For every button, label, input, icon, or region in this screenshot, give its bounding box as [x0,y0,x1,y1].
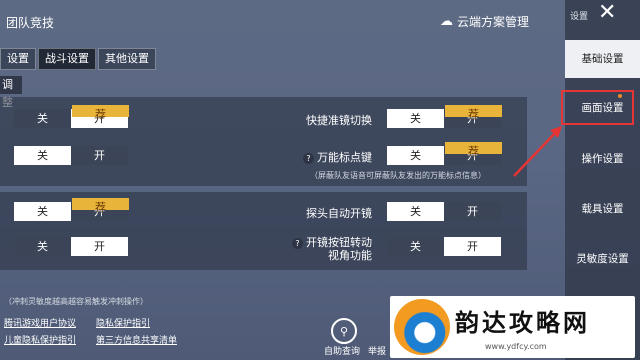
cloud-scheme-button[interactable]: ☁ 云端方案管理 [440,13,529,30]
left-toggle-1: 关 开 荐 [14,105,129,128]
toggle-off-option[interactable]: 关 [14,202,71,221]
sidebar-item-basic[interactable]: 基础设置 [565,40,640,78]
setting-label-line1: 开镜按钮转动 [306,236,372,249]
sidebar-item-sensitivity[interactable]: 灵敏度设置 [565,240,640,278]
cloud-scheme-label: 云端方案管理 [457,15,530,29]
setting-label-line2: 视角功能 [328,249,372,262]
page-title: 团队竞技 [6,16,55,30]
universal-marker-hint: （屏蔽队友语音可屏蔽队友发出的万能标点信息） [310,171,486,180]
toggle-on-option[interactable]: 开 荐 [71,105,129,128]
highlight-box [561,90,634,125]
right-toggle-3: 关 开 [387,202,501,221]
toggle-on-option[interactable]: 开 荐 [71,198,129,221]
left-toggle-4: 关 开 [14,237,128,256]
left-toggle-2: 关 开 [14,146,128,165]
universal-marker-label-row: ? 万能标点键 [290,149,372,165]
watermark-logo [394,299,450,355]
toggle-on-option[interactable]: 开 荐 [444,105,502,128]
tab-other-settings[interactable]: 其他设置 [98,48,156,70]
pointer-arrow-icon [513,126,562,177]
toggle-off-option[interactable]: 关 [14,237,71,256]
right-toggle-2: 关 开 荐 [387,142,502,165]
toggle-on-option[interactable]: 开 [71,237,128,256]
self-help-label: 自助查询 [324,347,361,357]
cloud-icon: ☁ [440,14,453,29]
toggle-on-option[interactable]: 开 [444,202,501,221]
sprint-note: （冲刺灵敏度越高越容易触发冲刺操作） [4,297,148,306]
tab-combat-settings[interactable]: 战斗设置 [38,48,96,70]
close-icon[interactable]: ✕ [598,0,616,25]
help-question-icon[interactable]: ? [292,238,303,249]
watermark-title: 韵达攻略网 [455,309,590,337]
right-toggle-1: 关 开 荐 [387,105,502,128]
self-help-button[interactable]: ⚲ [331,318,357,344]
toggle-off-option[interactable]: 关 [14,109,71,128]
toggle-off-option[interactable]: 关 [387,202,444,221]
link-privacy-guide[interactable]: 隐私保护指引 [96,316,196,329]
toggle-off-option[interactable]: 关 [387,109,444,128]
setting-label-universal-marker: 万能标点键 [317,151,372,164]
recommend-badge: 荐 [445,105,502,121]
setting-label-quick-scope-switch: 快捷准镜切换 [306,114,372,127]
scope-button-rotate-label: ? 开镜按钮转动 视角功能 [290,236,372,262]
recommend-badge: 荐 [72,105,129,121]
left-toggle-3: 关 开 荐 [14,198,129,221]
toggle-on-option[interactable]: 开 荐 [444,142,502,165]
link-user-agreement[interactable]: 腾讯游戏用户协议 [4,316,96,329]
toggle-on-option[interactable]: 开 [444,237,501,256]
toggle-off-option[interactable]: 关 [387,146,444,165]
footer-links: 腾讯游戏用户协议 隐私保护指引 儿童隐私保护指引 第三方信息共享清单 [4,316,196,346]
sidebar-header: 设置 [570,12,589,22]
report-label[interactable]: 举报 [368,344,386,357]
recommend-badge: 荐 [72,198,129,214]
notification-dot [618,94,622,98]
tab-bar: 设置 战斗设置 其他设置 [0,48,158,70]
recommend-badge: 荐 [445,142,502,158]
link-third-party-list[interactable]: 第三方信息共享清单 [96,333,196,346]
section-label: 调整 [0,76,22,109]
help-question-icon[interactable]: ? [303,153,314,164]
toggle-off-option[interactable]: 关 [14,146,71,165]
toggle-on-option[interactable]: 开 [71,146,128,165]
sidebar-item-vehicle[interactable]: 载具设置 [565,190,640,228]
setting-label-peek-auto-scope: 探头自动开镜 [306,207,372,220]
link-child-privacy[interactable]: 儿童隐私保护指引 [4,333,96,346]
sidebar-item-controls[interactable]: 操作设置 [565,140,640,178]
watermark-url: www.ydfcy.com [485,342,547,351]
toggle-off-option[interactable]: 关 [387,237,444,256]
tab-settings[interactable]: 设置 [0,48,36,70]
right-toggle-4: 关 开 [387,237,501,256]
search-icon: ⚲ [339,324,349,338]
